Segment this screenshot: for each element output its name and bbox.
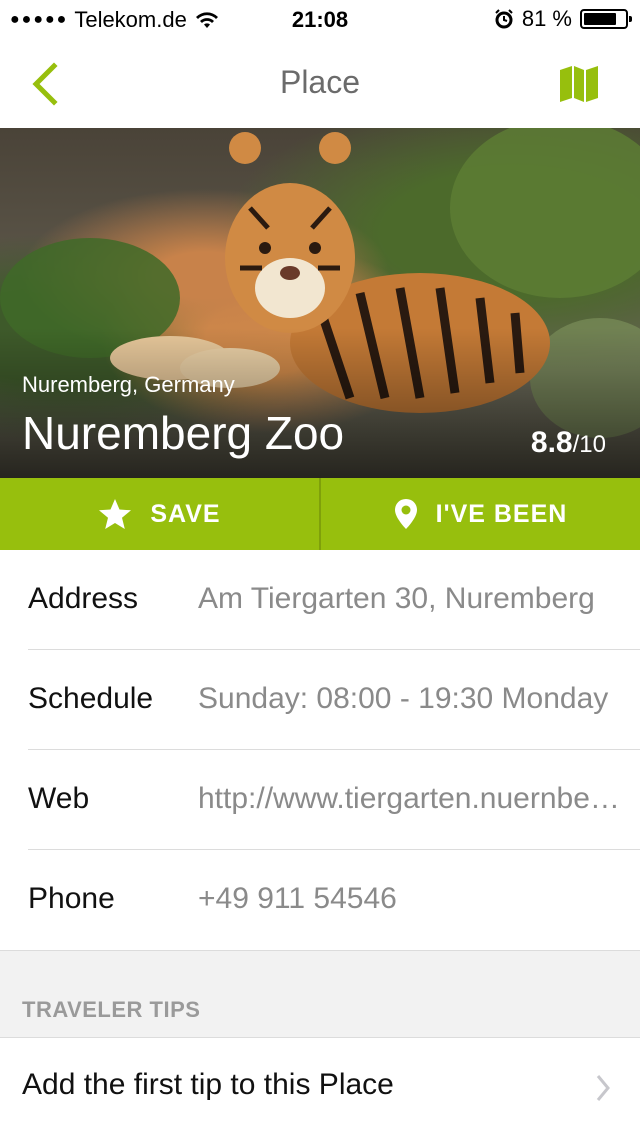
- page-title: Place: [279, 64, 361, 100]
- web-row[interactable]: Web http://www.tiergarten.nuernberg.de: [0, 750, 640, 850]
- action-bar: SAVE I'VE BEEN: [0, 478, 640, 550]
- detail-label: Phone: [28, 882, 115, 915]
- location-pin-icon: [394, 499, 417, 529]
- detail-label: Web: [28, 782, 90, 815]
- schedule-row[interactable]: Schedule Sunday: 08:00 - 19:30 Monday: [0, 650, 640, 750]
- chevron-right-icon: [596, 1075, 610, 1101]
- been-here-button[interactable]: I'VE BEEN: [319, 478, 640, 550]
- map-icon: [560, 66, 598, 102]
- traveler-tips-header-section: TRAVELER TIPS: [0, 950, 640, 1038]
- add-tip-label: Add the first tip to this Place: [22, 1068, 394, 1101]
- detail-value: +49 911 54546: [198, 882, 397, 915]
- save-label: SAVE: [150, 499, 221, 528]
- detail-label: Schedule: [28, 682, 154, 715]
- map-button[interactable]: [558, 64, 600, 104]
- alarm-icon: [495, 9, 513, 29]
- battery-level: [584, 13, 616, 25]
- place-name: Nuremberg Zoo: [22, 407, 345, 459]
- rating-scale: /10: [572, 431, 606, 458]
- star-icon: [99, 499, 132, 529]
- address-row[interactable]: Address Am Tiergarten 30, Nuremberg: [0, 550, 640, 650]
- section-header: TRAVELER TIPS: [22, 997, 201, 1022]
- detail-label: Address: [28, 582, 139, 615]
- status-bar: ●●●●● Telekom.de 21:08 81 %: [0, 0, 640, 40]
- been-label: I'VE BEEN: [435, 499, 568, 528]
- detail-value: Am Tiergarten 30, Nuremberg: [198, 582, 595, 615]
- rating-score: 8.8: [530, 426, 573, 459]
- detail-value: Sunday: 08:00 - 19:30 Monday: [198, 682, 609, 715]
- detail-value: http://www.tiergarten.nuernberg.de: [198, 782, 624, 815]
- save-button[interactable]: SAVE: [0, 478, 319, 550]
- add-tip-row[interactable]: Add the first tip to this Place: [0, 1038, 640, 1136]
- place-rating: 8.8/10: [531, 426, 606, 460]
- battery-percent: 81 %: [521, 6, 572, 31]
- place-details: Address Am Tiergarten 30, Nuremberg Sche…: [0, 550, 640, 950]
- battery-icon: [580, 9, 632, 29]
- hero-image: Nuremberg, Germany Nuremberg Zoo 8.8/10: [0, 128, 640, 478]
- phone-row[interactable]: Phone +49 911 54546: [0, 850, 640, 950]
- status-right: 81 %: [494, 6, 632, 32]
- place-location: Nuremberg, Germany: [22, 372, 235, 397]
- nav-bar: Place: [0, 40, 640, 128]
